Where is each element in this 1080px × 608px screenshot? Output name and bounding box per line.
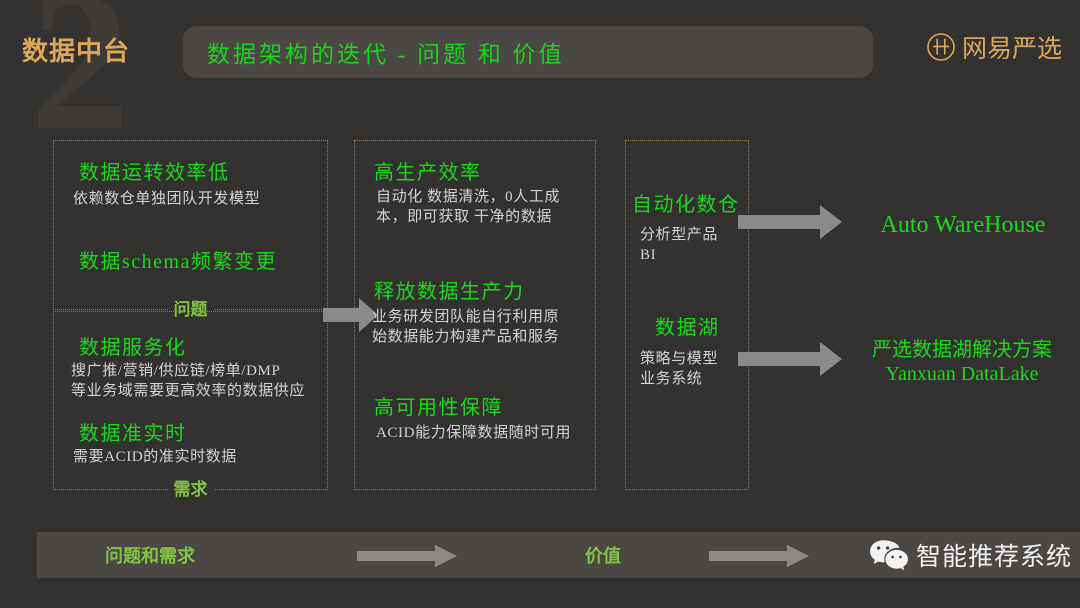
value-2-body: 业务研发团队能自行利用原 始数据能力构建产品和服务 (372, 309, 560, 345)
arrow-to-datalake (738, 342, 842, 376)
requirement-1-heading: 数据服务化 (79, 337, 187, 359)
problem-1-body: 依赖数仓单独团队开发模型 (73, 191, 261, 207)
requirement-1-body: 搜广推/营销/供应链/榜单/DMP 等业务域需要更高效率的数据供应 (71, 363, 306, 399)
value-1-body: 自动化 数据清洗，0人工成 本，即可获取 干净的数据 (376, 189, 561, 225)
value-2-heading: 释放数据生产力 (374, 281, 525, 303)
problem-2-heading: 数据schema频繁变更 (79, 251, 277, 273)
wechat-icon (869, 540, 908, 571)
product-2-body: 策略与模型 业务系统 (640, 351, 719, 387)
problem-1-heading: 数据运转效率低 (79, 162, 230, 184)
value-3-heading: 高可用性保障 (374, 397, 503, 419)
brand-name: 网易严选 (961, 36, 1062, 63)
footer-bar: 问题和需求 价值 智能推荐系统 (37, 532, 1080, 578)
requirement-2-body: 需要ACID的准实时数据 (73, 449, 237, 465)
product-1-body: 分析型产品 BI (640, 227, 719, 263)
deck-title: 数据中台 (22, 36, 131, 66)
yanxuan-circle-logo-icon (927, 33, 955, 61)
arrow-to-auto-warehouse (738, 205, 842, 239)
value-1-heading: 高生产效率 (374, 162, 482, 184)
page-title: 数据架构的迭代 - 问题 和 价值 (207, 42, 565, 67)
slide-title-pill: 数据架构的迭代 - 问题 和 价值 (183, 26, 873, 78)
value-3-body: ACID能力保障数据随时可用 (376, 425, 572, 441)
footer-left-label: 问题和需求 (105, 546, 195, 566)
outcome-yanxuan-datalake: 严选数据湖解决方案 Yanxuan DataLake (872, 339, 1052, 386)
product-2-heading: 数据湖 (655, 317, 720, 339)
brand-logo: 网易严选 (926, 29, 1062, 65)
watermark-number: 2 (30, 0, 130, 172)
requirement-2-heading: 数据准实时 (79, 423, 187, 445)
requirements-box-tag: 需求 (167, 481, 214, 498)
wechat-account: 智能推荐系统 (869, 537, 1072, 573)
footer-right-label: 价值 (585, 546, 621, 566)
footer-arrow-left (357, 545, 457, 567)
wechat-account-name: 智能推荐系统 (915, 543, 1072, 571)
footer-arrow-right (709, 545, 809, 567)
outcome-auto-warehouse: Auto WareHouse (880, 212, 1046, 238)
slide-root: 2 数据中台 数据架构的迭代 - 问题 和 价值 网易严选 问题 数据运转效率低… (0, 0, 1080, 608)
products-box (625, 140, 749, 490)
product-1-heading: 自动化数仓 (632, 194, 740, 216)
